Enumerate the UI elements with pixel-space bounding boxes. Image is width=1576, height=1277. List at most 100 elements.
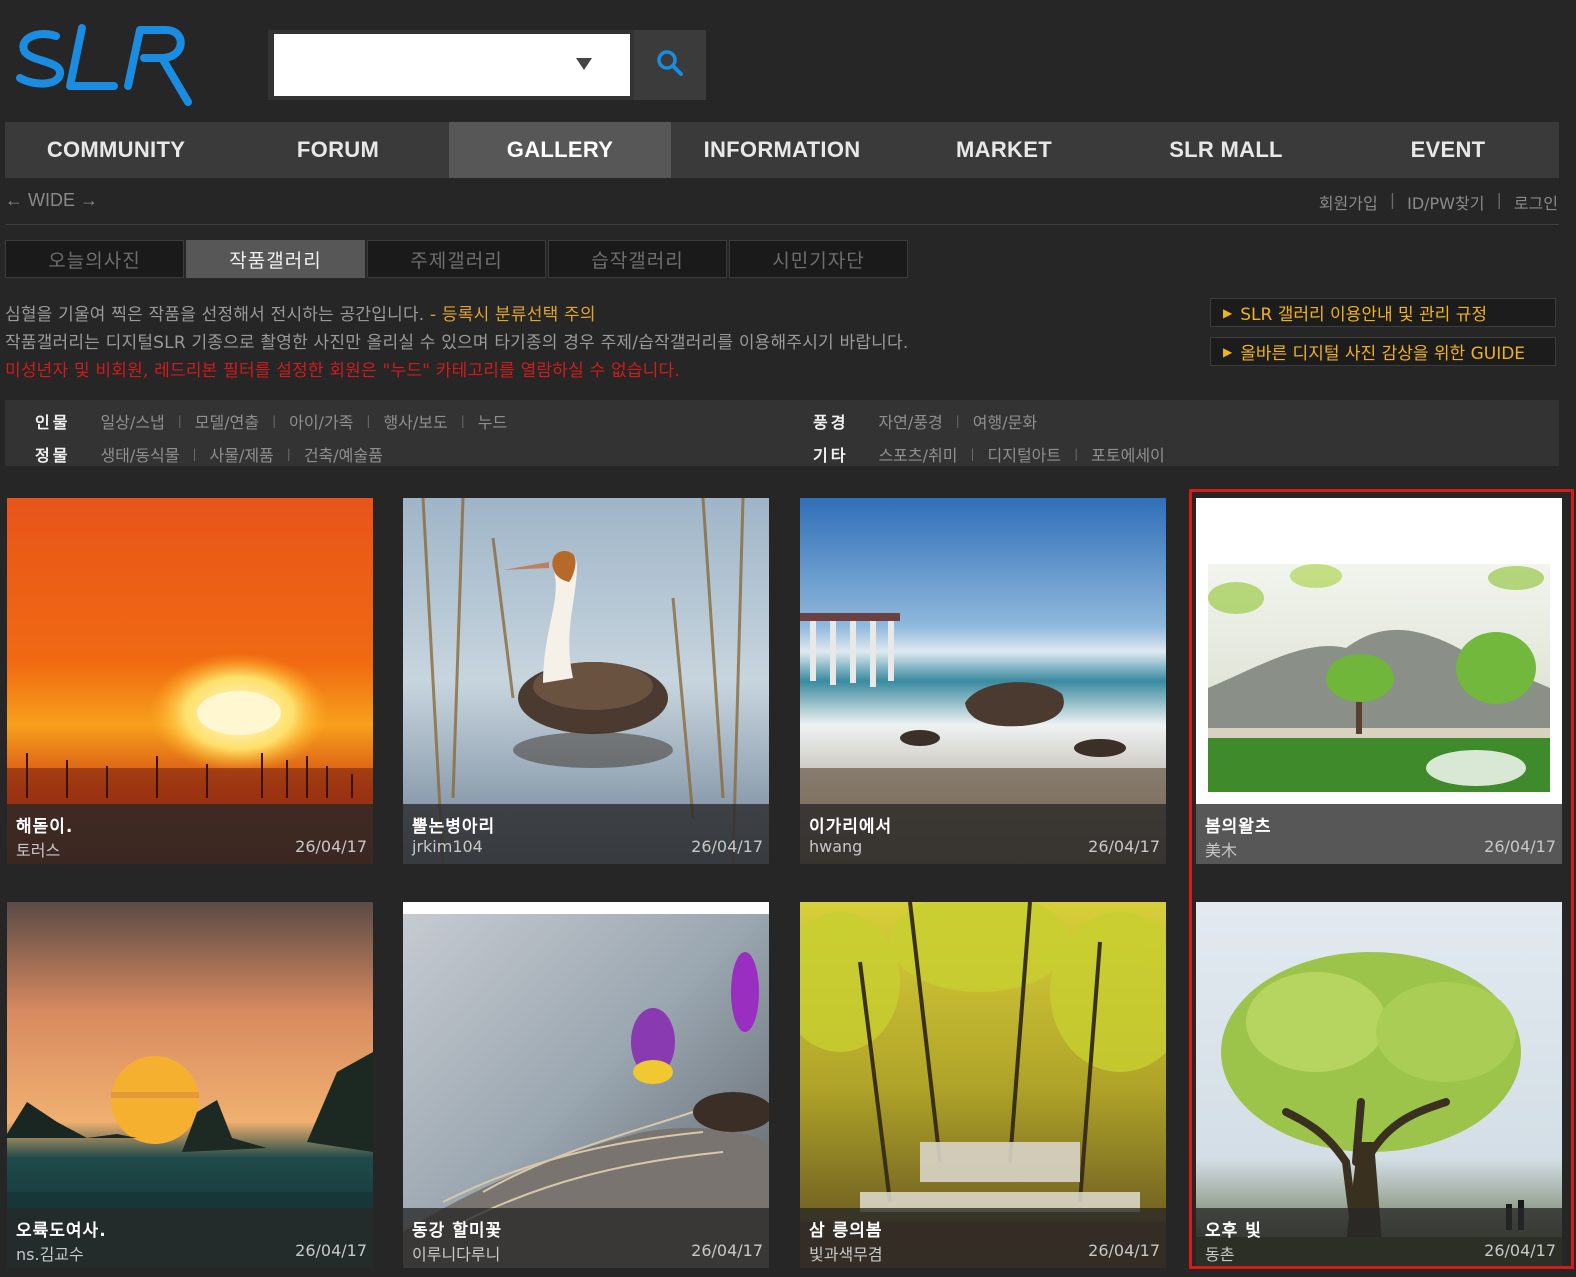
- card-author: hwang: [809, 837, 863, 856]
- category-row-landscape: 풍경 자연/풍경 | 여행/문화: [813, 409, 1037, 433]
- search-button[interactable]: [634, 30, 706, 100]
- card-author: 빛과색무겸: [809, 1245, 883, 1264]
- gallery-card[interactable]: 이가리에서 hwang 26/04/17: [800, 498, 1166, 864]
- card-caption: 오후 빛 동촌 26/04/17: [1196, 1208, 1562, 1268]
- card-date: 26/04/17: [691, 1241, 763, 1260]
- search-bar: [268, 30, 706, 100]
- card-date: 26/04/17: [1088, 1241, 1160, 1260]
- card-title: 봄의왈츠: [1205, 817, 1272, 837]
- separator: |: [1074, 447, 1079, 461]
- category-head-etc: 기타: [813, 446, 849, 465]
- gallery-card[interactable]: 뿔논병아리 jrkim104 26/04/17: [403, 498, 769, 864]
- category-link[interactable]: 아이/가족: [289, 409, 353, 433]
- card-author: 토러스: [16, 841, 61, 860]
- gallery-tabs: 오늘의사진 작품갤러리 주제갤러리 습작갤러리 시민기자단: [5, 240, 908, 278]
- card-caption: 뿔논병아리 jrkim104 26/04/17: [403, 804, 769, 864]
- category-link[interactable]: 자연/풍경: [878, 409, 942, 433]
- chevron-right-icon: ▶: [1223, 344, 1233, 359]
- card-date: 26/04/17: [295, 837, 367, 856]
- separator: |: [970, 447, 975, 461]
- divider: [5, 224, 1559, 225]
- card-author: ns.김교수: [16, 1245, 84, 1264]
- category-row-people: 인물 일상/스냅 | 모델/연출 | 아이/가족 | 행사/보도 | 누드: [35, 409, 507, 433]
- card-caption: 이가리에서 hwang 26/04/17: [800, 804, 1166, 864]
- card-title: 삼 릉의봄: [809, 1221, 883, 1241]
- card-date: 26/04/17: [1088, 837, 1160, 856]
- card-title: 해돋이.: [16, 817, 74, 837]
- category-link[interactable]: 행사/보도: [383, 409, 447, 433]
- tab-practice-gallery[interactable]: 습작갤러리: [548, 240, 727, 278]
- category-link[interactable]: 여행/문화: [973, 409, 1037, 433]
- nav-event[interactable]: EVENT: [1337, 122, 1559, 178]
- gallery-card[interactable]: 해돋이. 토러스 26/04/17: [7, 498, 373, 864]
- nav-market[interactable]: MARKET: [893, 122, 1115, 178]
- card-author: jrkim104: [412, 837, 483, 856]
- card-title: 동강 할미꽃: [412, 1221, 503, 1241]
- nav-gallery[interactable]: GALLERY: [449, 122, 671, 178]
- card-date: 26/04/17: [691, 837, 763, 856]
- card-caption: 오륙도여사. ns.김교수 26/04/17: [7, 1208, 373, 1268]
- category-link[interactable]: 사물/제품: [210, 442, 274, 466]
- category-link[interactable]: 누드: [478, 409, 507, 433]
- gallery-rules-label: SLR 갤러리 이용안내 및 관리 규정: [1240, 305, 1488, 325]
- notice-category-warning: - 등록시 분류선택 주의: [424, 305, 596, 325]
- card-date: 26/04/17: [1484, 837, 1556, 856]
- separator: |: [955, 414, 960, 428]
- tab-theme-gallery[interactable]: 주제갤러리: [367, 240, 546, 278]
- tab-today-photo[interactable]: 오늘의사진: [5, 240, 184, 278]
- tab-citizen-reporters[interactable]: 시민기자단: [729, 240, 908, 278]
- nav-slr-mall[interactable]: SLR MALL: [1115, 122, 1337, 178]
- card-title: 이가리에서: [809, 817, 893, 837]
- category-link[interactable]: 건축/예술품: [304, 442, 383, 466]
- separator: |: [272, 414, 277, 428]
- card-title: 오후 빛: [1205, 1221, 1262, 1241]
- category-row-etc: 기타 스포츠/취미 | 디지털아트 | 포토에세이: [813, 442, 1165, 466]
- viewing-guide-label: 올바른 디지털 사진 감상을 위한 GUIDE: [1240, 344, 1526, 364]
- card-author: 美木: [1205, 841, 1238, 860]
- search-icon: [655, 48, 685, 82]
- viewing-guide-button[interactable]: ▶ 올바른 디지털 사진 감상을 위한 GUIDE: [1210, 337, 1556, 366]
- card-date: 26/04/17: [295, 1241, 367, 1260]
- category-link[interactable]: 생태/동식물: [100, 442, 179, 466]
- separator: |: [286, 447, 291, 461]
- gallery-rules-button[interactable]: ▶ SLR 갤러리 이용안내 및 관리 규정: [1210, 298, 1556, 327]
- separator: |: [192, 447, 197, 461]
- main-nav: COMMUNITY FORUM GALLERY INFORMATION MARK…: [5, 122, 1559, 178]
- category-link[interactable]: 모델/연출: [195, 409, 259, 433]
- separator: |: [366, 414, 371, 428]
- signup-link[interactable]: 회원가입: [1307, 190, 1390, 214]
- category-link[interactable]: 일상/스냅: [100, 409, 164, 433]
- search-scope-dropdown[interactable]: [576, 58, 592, 70]
- nav-community[interactable]: COMMUNITY: [5, 122, 227, 178]
- wide-toggle[interactable]: ← WIDE →: [5, 190, 98, 211]
- separator: |: [177, 414, 182, 428]
- category-link[interactable]: 디지털아트: [988, 442, 1062, 466]
- card-caption: 동강 할미꽃 이루니다루니 26/04/17: [403, 1208, 769, 1268]
- gallery-card[interactable]: 오륙도여사. ns.김교수 26/04/17: [7, 902, 373, 1268]
- category-link[interactable]: 스포츠/취미: [878, 442, 957, 466]
- notice-intro-text: 심혈을 기울여 찍은 작품을 선정해서 전시하는 공간입니다.: [5, 305, 425, 325]
- slr-logo[interactable]: [16, 22, 194, 106]
- gallery-card[interactable]: 봄의왈츠 美木 26/04/17: [1196, 498, 1562, 864]
- notice-intro: 심혈을 기울여 찍은 작품을 선정해서 전시하는 공간입니다. - 등록시 분류…: [5, 300, 596, 325]
- find-id-pw-link[interactable]: ID/PW찾기: [1395, 190, 1496, 214]
- category-row-still: 정물 생태/동식물 | 사물/제품 | 건축/예술품: [35, 442, 383, 466]
- card-caption: 해돋이. 토러스 26/04/17: [7, 804, 373, 864]
- card-caption: 봄의왈츠 美木 26/04/17: [1196, 804, 1562, 864]
- category-link[interactable]: 포토에세이: [1091, 442, 1165, 466]
- gallery-card[interactable]: 동강 할미꽃 이루니다루니 26/04/17: [403, 902, 769, 1268]
- gallery-card[interactable]: 오후 빛 동촌 26/04/17: [1196, 902, 1562, 1268]
- user-links: 회원가입 | ID/PW찾기 | 로그인: [1307, 190, 1558, 214]
- nav-information[interactable]: INFORMATION: [671, 122, 893, 178]
- category-head-landscape: 풍경: [813, 413, 849, 432]
- tab-works-gallery[interactable]: 작품갤러리: [186, 240, 365, 278]
- card-title: 뿔논병아리: [412, 817, 496, 837]
- card-author: 동촌: [1205, 1245, 1235, 1264]
- nav-forum[interactable]: FORUM: [227, 122, 449, 178]
- login-link[interactable]: 로그인: [1502, 190, 1558, 214]
- gallery-card[interactable]: 삼 릉의봄 빛과색무겸 26/04/17: [800, 902, 1166, 1268]
- card-date: 26/04/17: [1484, 1241, 1556, 1260]
- separator: |: [460, 414, 465, 428]
- card-title: 오륙도여사.: [16, 1221, 107, 1241]
- card-author: 이루니다루니: [412, 1245, 501, 1264]
